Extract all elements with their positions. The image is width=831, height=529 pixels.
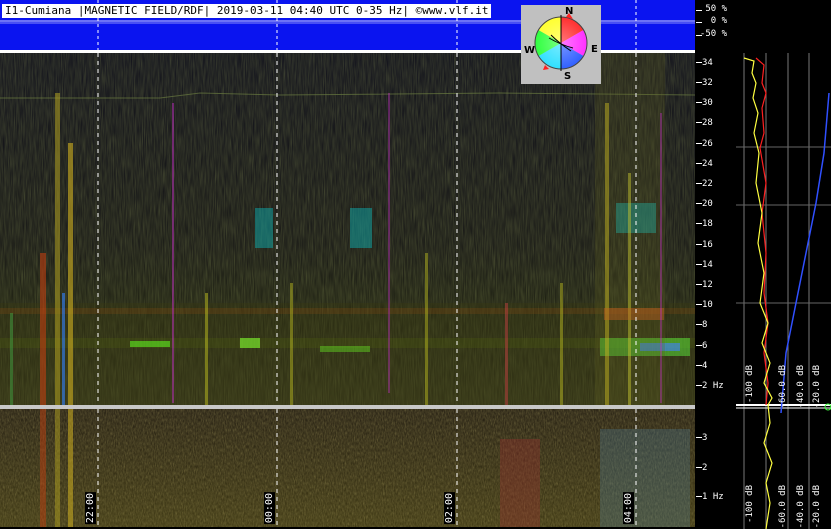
db-label: -40.0 dB (796, 365, 806, 409)
lower-spectrogram: 22:00 00:00 02:00 04:00 (0, 409, 695, 527)
compass-north-label: N (565, 6, 574, 17)
vlf-spectrogram-display: I1-Cumiana |MAGNETIC FIELD/RDF| 2019-03-… (0, 0, 831, 529)
direction-compass: N S E W (521, 5, 601, 84)
frequency-label: 18 (702, 219, 713, 229)
frequency-label: 34 (702, 58, 713, 68)
frequency-label: 16 (702, 240, 713, 250)
db-label: -100 dB (745, 485, 755, 523)
percent-scale: 50 % 0 % -50 % (696, 0, 831, 53)
db-label: -60.0 dB (778, 485, 788, 529)
compass-south-label: S (564, 71, 572, 82)
percent-tick (696, 35, 702, 36)
frequency-label: 8 (702, 320, 708, 330)
percent-label: -50 % (699, 29, 727, 39)
frequency-label: 26 (702, 139, 713, 149)
time-label: 00:00 (264, 491, 275, 524)
frequency-label: 1 Hz (702, 492, 724, 502)
db-label: -20.0 dB (812, 485, 822, 529)
frequency-label: 10 (702, 300, 713, 310)
percent-tick (696, 10, 702, 11)
level-panel: -100 dB -60.0 dB -40.0 dB -20.0 dB -100 … (696, 53, 831, 529)
frequency-label: 12 (702, 280, 713, 290)
db-label: -20.0 dB (812, 365, 822, 409)
compass-east-label: E (591, 44, 598, 55)
frequency-label: 3 (702, 433, 708, 443)
main-spectrogram (0, 53, 695, 405)
frequency-label: 24 (702, 159, 713, 169)
compass-west-label: W (524, 45, 536, 56)
percent-label: 50 % (705, 4, 727, 14)
frequency-label: 6 (702, 341, 708, 351)
percent-label: 0 % (710, 16, 727, 26)
frequency-label: 22 (702, 179, 713, 189)
time-label: 02:00 (444, 491, 455, 524)
frequency-label: 32 (702, 78, 713, 88)
frequency-label: 2 Hz (702, 381, 724, 391)
frequency-label: 2 (702, 463, 708, 473)
db-label: -100 dB (745, 365, 755, 403)
spectrogram-image (0, 53, 695, 405)
frequency-label: 28 (702, 118, 713, 128)
time-label: 04:00 (623, 491, 634, 524)
frequency-label: 30 (702, 98, 713, 108)
time-label: 22:00 (85, 491, 96, 524)
lower-spectrogram-image (0, 409, 695, 527)
page-title: I1-Cumiana |MAGNETIC FIELD/RDF| 2019-03-… (2, 4, 492, 18)
db-label: -60.0 dB (778, 365, 788, 409)
frequency-label: 14 (702, 260, 713, 270)
level-plot (736, 53, 831, 529)
frequency-label: 4 (702, 361, 708, 371)
db-label: -40.0 dB (796, 485, 806, 529)
frequency-label: 20 (702, 199, 713, 209)
percent-tick (696, 22, 702, 23)
